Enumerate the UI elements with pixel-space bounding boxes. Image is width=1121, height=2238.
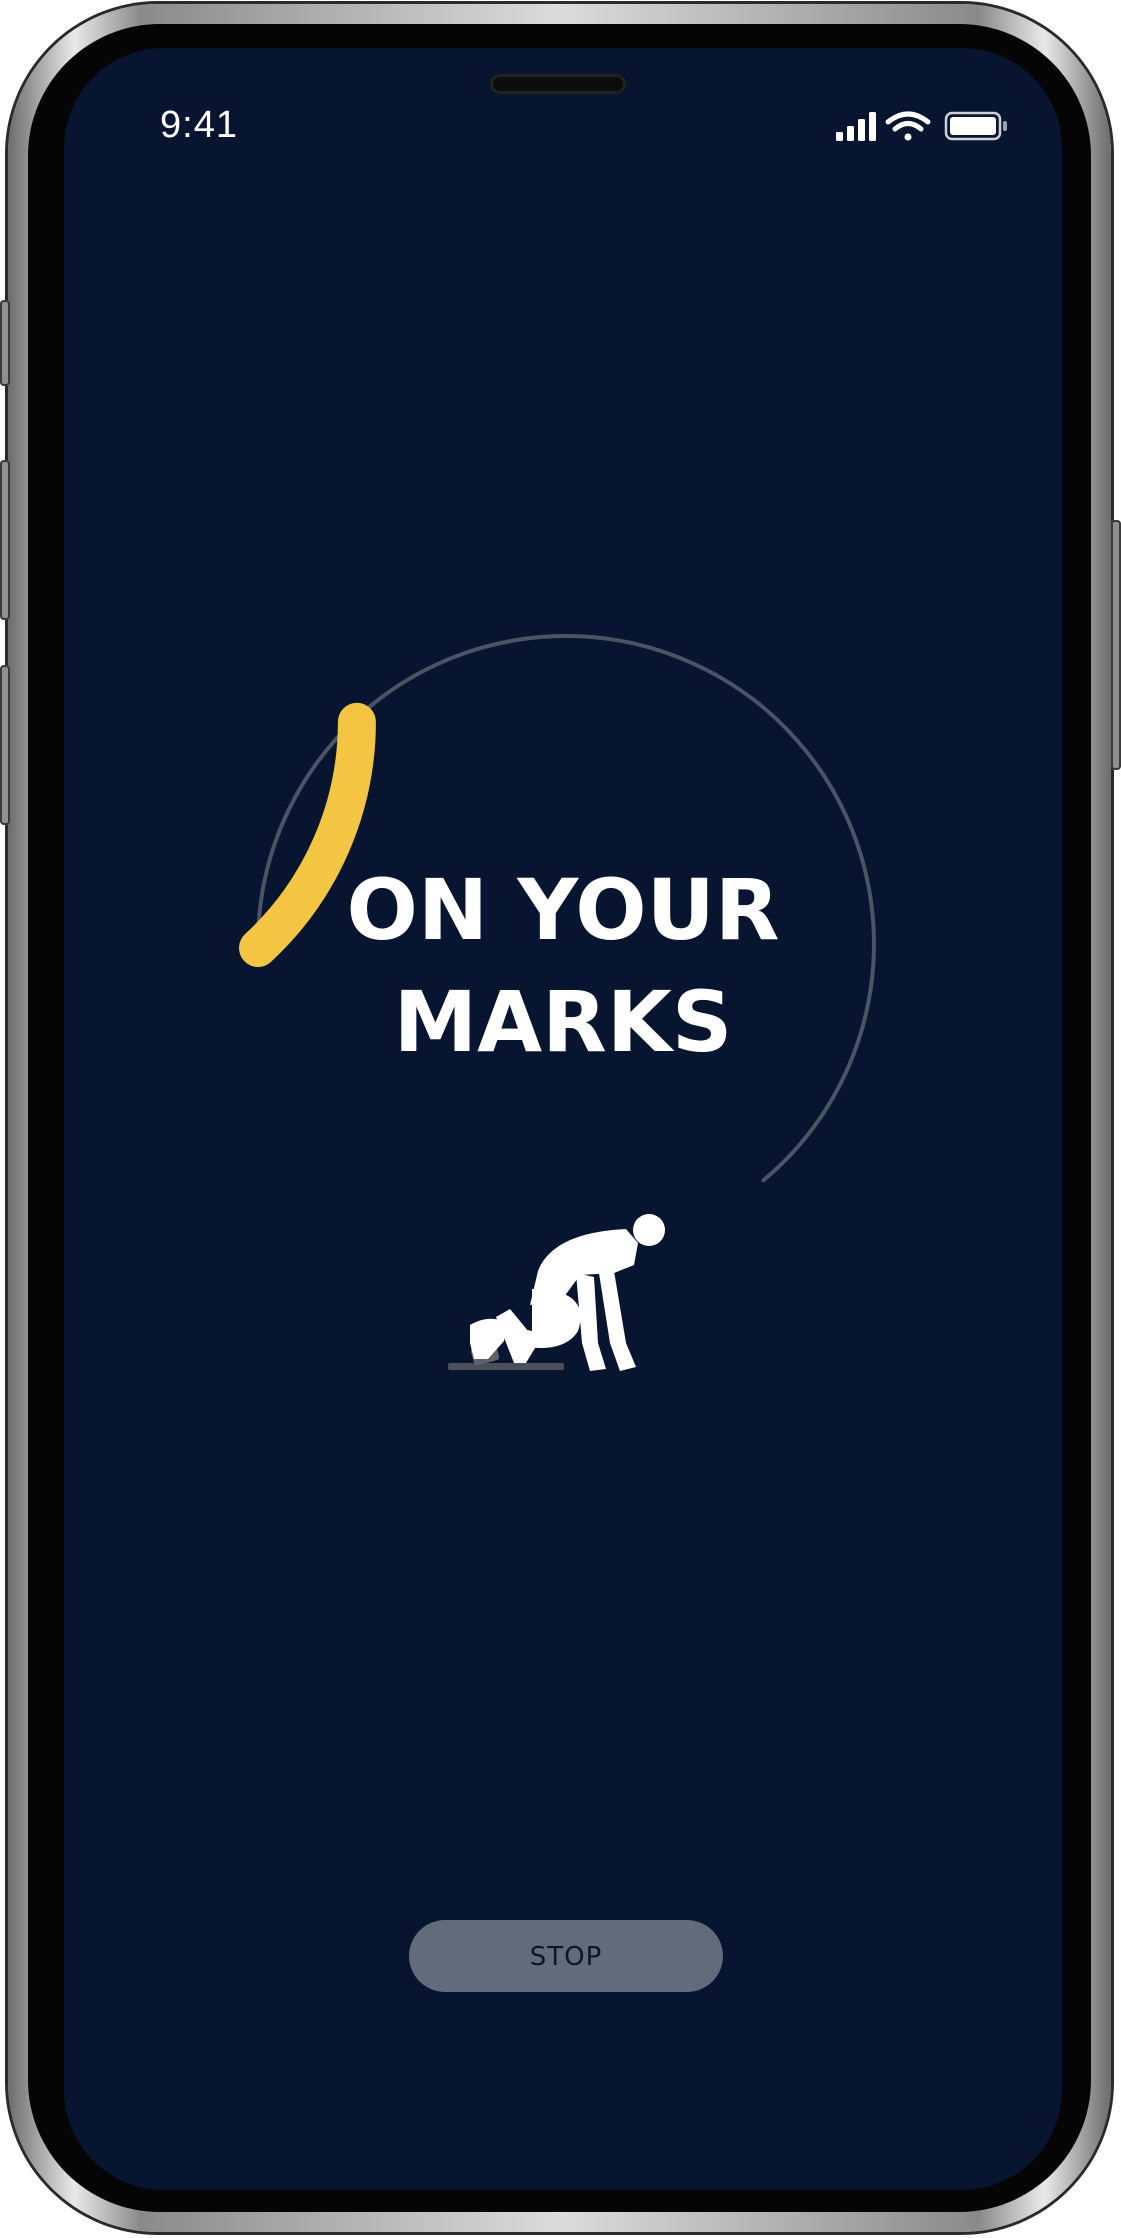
countdown-title-line1: ON YOUR [346, 861, 780, 959]
power-button [1111, 520, 1121, 770]
stop-button[interactable]: STOP [409, 1920, 723, 1992]
volume-down-button [0, 665, 10, 825]
sprinter-crouch-icon [448, 1214, 665, 1371]
app-screen: 9:41 ON YOUR MARKS STOP [64, 48, 1062, 2190]
volume-up-button [0, 460, 10, 620]
silent-switch [0, 300, 10, 386]
countdown-title-line2: MARKS [393, 973, 733, 1071]
